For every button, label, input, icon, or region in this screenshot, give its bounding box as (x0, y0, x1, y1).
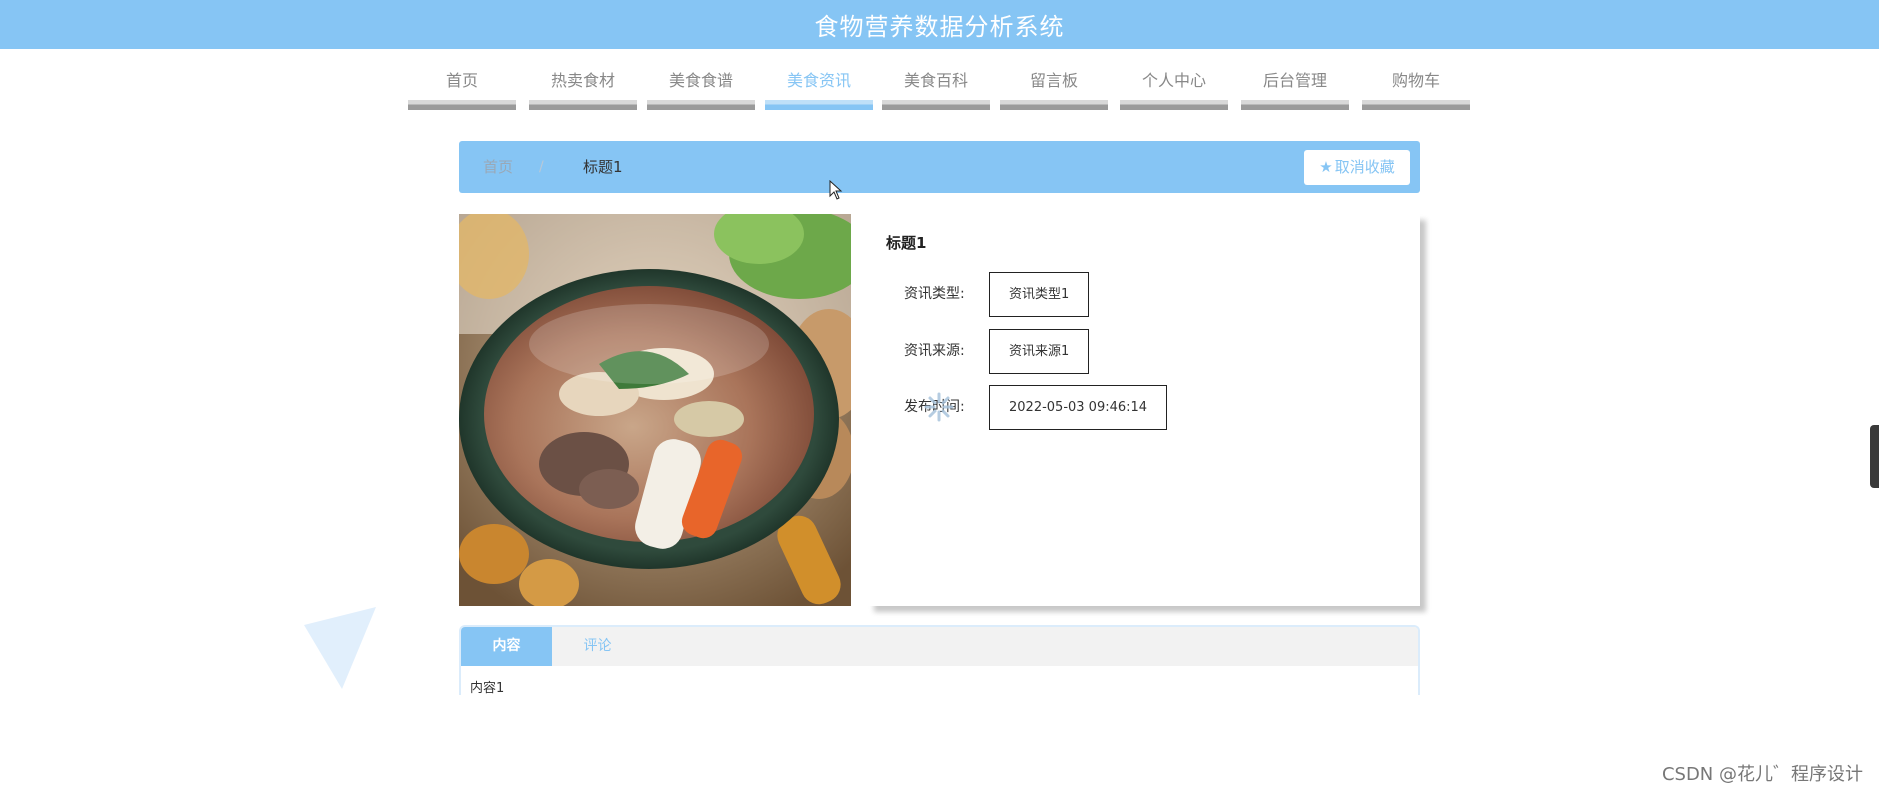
nav-underline (1362, 100, 1470, 110)
nav-item-cart[interactable]: 购物车 (1362, 66, 1470, 112)
nav-item-food-news[interactable]: 美食资讯 (765, 66, 873, 112)
nav-item-label: 美食资讯 (786, 71, 851, 90)
nav-item-label: 个人中心 (1141, 71, 1206, 90)
info-label: 资讯来源: (904, 343, 965, 359)
nav-item-label: 留言板 (1029, 71, 1078, 90)
nav-item-label: 热卖食材 (550, 71, 615, 90)
nav-underline (1120, 100, 1228, 110)
info-value: 2022-05-03 09:46:14 (989, 385, 1168, 430)
info-value: 资讯类型1 (989, 272, 1090, 317)
nav-item-user-center[interactable]: 个人中心 (1120, 66, 1228, 112)
info-label: 资讯类型: (904, 286, 965, 302)
nav-item-label: 美食食谱 (668, 71, 733, 90)
nav-underline (1000, 100, 1108, 110)
scrollbar-handle[interactable] (1870, 425, 1879, 488)
breadcrumb: 首页 / 标题1 ★ 取消收藏 (459, 141, 1420, 193)
nav-item-admin[interactable]: 后台管理 (1241, 66, 1349, 112)
nav-item-food-wiki[interactable]: 美食百科 (882, 66, 990, 112)
nav-underline (1241, 100, 1349, 110)
unfavorite-label: 取消收藏 (1334, 158, 1395, 176)
nav-item-label: 首页 (445, 71, 478, 90)
nav-underline (765, 100, 873, 110)
nav-underline (529, 100, 637, 110)
nav-item-label: 购物车 (1391, 71, 1440, 90)
info-value: 资讯来源1 (989, 329, 1090, 374)
nav-underline (408, 100, 516, 110)
news-image (459, 214, 851, 606)
nav-underline (647, 100, 755, 110)
watermark-text: CSDN @花儿゛程序设计 (1661, 764, 1863, 785)
breadcrumb-separator: / (539, 159, 544, 175)
star-icon: ★ (1319, 158, 1333, 176)
main-nav: 首页 热卖食材 美食食谱 美食资讯 美食百科 留言板 个人中心 后台管理 购物车 (0, 66, 1879, 114)
breadcrumb-current: 标题1 (583, 158, 623, 176)
decorative-triangle (304, 607, 376, 689)
nav-item-home[interactable]: 首页 (408, 66, 516, 112)
loading-spinner-icon (924, 392, 954, 422)
tab-content[interactable]: 内容 (461, 627, 552, 666)
tab-header: 内容 评论 (461, 627, 1418, 666)
nav-item-recipes[interactable]: 美食食谱 (647, 66, 755, 112)
nav-item-hot-ingredients[interactable]: 热卖食材 (529, 66, 637, 112)
food-photo-stew (459, 214, 851, 606)
tab-body-text: 内容1 (470, 681, 505, 695)
top-header: 食物营养数据分析系统 (0, 0, 1879, 49)
nav-underline (882, 100, 990, 110)
mouse-cursor-icon (829, 180, 843, 200)
breadcrumb-home-link[interactable]: 首页 (483, 141, 513, 193)
nav-item-label: 后台管理 (1262, 71, 1327, 90)
site-title: 食物营养数据分析系统 (814, 13, 1065, 41)
nav-item-label: 美食百科 (903, 71, 968, 90)
detail-tabs: 内容 评论 内容1 (459, 625, 1420, 695)
tab-comments[interactable]: 评论 (552, 627, 643, 666)
news-title: 标题1 (886, 234, 927, 252)
nav-item-message-board[interactable]: 留言板 (1000, 66, 1108, 112)
unfavorite-button[interactable]: ★ 取消收藏 (1304, 150, 1410, 185)
